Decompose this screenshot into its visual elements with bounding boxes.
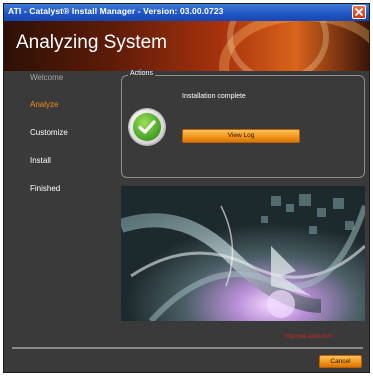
ati-website-link[interactable]: http://ati.amd.com	[285, 334, 333, 340]
close-button[interactable]	[352, 5, 366, 19]
banner-swirl-decoration	[227, 21, 329, 71]
actions-legend: Actions	[128, 70, 155, 77]
view-log-button[interactable]: View Log	[182, 129, 300, 143]
green-checkmark-icon	[129, 109, 165, 145]
abstract-artwork-image	[121, 186, 365, 321]
window-title: ATI - Catalyst® Install Manager - Versio…	[8, 6, 224, 16]
title-bar[interactable]: ATI - Catalyst® Install Manager - Versio…	[4, 4, 369, 21]
install-manager-window: ATI - Catalyst® Install Manager - Versio…	[3, 3, 370, 373]
actions-groupbox: Actions Installation complete View Log	[121, 70, 365, 178]
wizard-steps-nav: Welcome Analyze Customize Install Finish…	[4, 71, 116, 341]
nav-step-install: Install	[30, 156, 51, 165]
page-title: Analyzing System	[16, 32, 168, 53]
header-banner: Analyzing System	[4, 21, 369, 71]
nav-step-finished: Finished	[30, 184, 61, 193]
nav-step-customize: Customize	[30, 128, 68, 137]
nav-step-analyze: Analyze	[30, 100, 59, 109]
footer-divider	[12, 347, 363, 349]
checkmark-glyph	[138, 120, 156, 134]
installation-status-text: Installation complete	[182, 93, 246, 100]
nav-step-welcome: Welcome	[30, 73, 64, 82]
cancel-button[interactable]: Cancel	[319, 355, 362, 368]
close-icon	[355, 8, 363, 16]
decorative-artwork	[121, 186, 365, 321]
